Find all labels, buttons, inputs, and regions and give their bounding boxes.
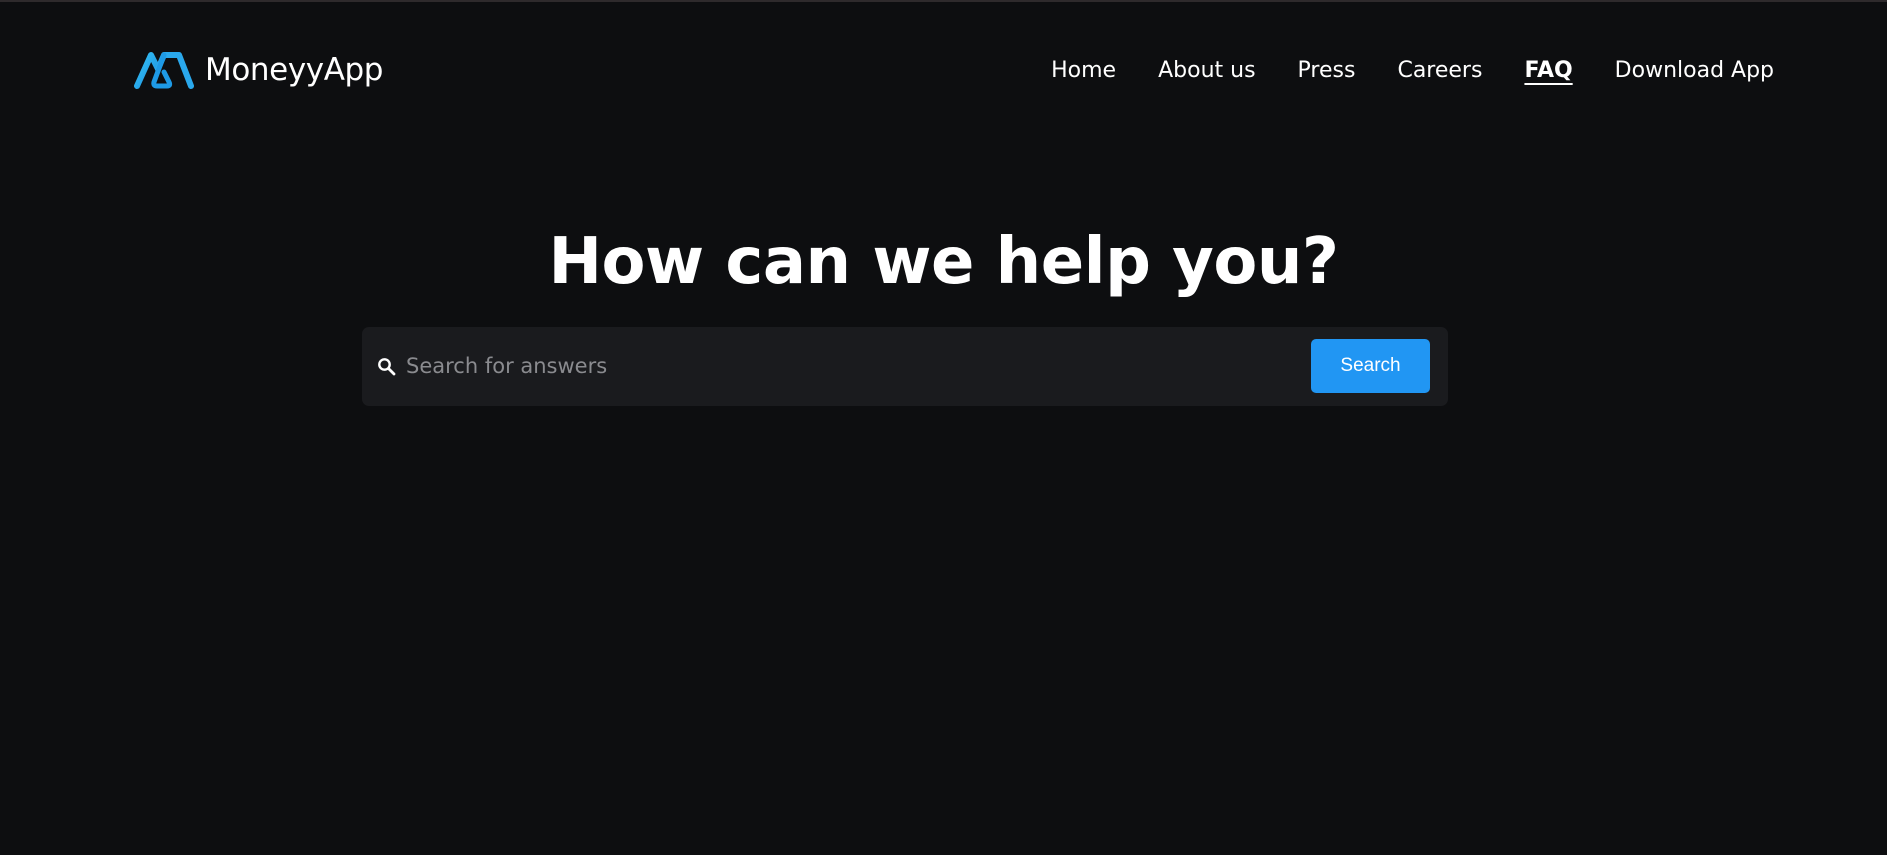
moneyyapp-logo-icon [134,52,194,89]
page-title: How can we help you? [548,225,1339,299]
logo[interactable]: MoneyyApp [134,50,383,90]
nav-link-careers[interactable]: Careers [1397,52,1482,90]
search-input[interactable] [406,343,1256,389]
nav-link-home[interactable]: Home [1051,52,1116,90]
nav-link-download-app[interactable]: Download App [1615,52,1774,90]
nav-link-faq[interactable]: FAQ [1524,52,1572,90]
search-button[interactable]: Search [1311,339,1430,393]
logo-text: MoneyyApp [205,52,384,88]
nav-link-press[interactable]: Press [1298,52,1356,90]
main-nav: Home About us Press Careers FAQ Download… [1051,52,1774,90]
nav-link-about-us[interactable]: About us [1158,52,1255,90]
search-icon [378,358,396,376]
site-header: MoneyyApp Home About us Press Careers FA… [0,0,1887,144]
faq-search-bar: Search [362,327,1448,406]
